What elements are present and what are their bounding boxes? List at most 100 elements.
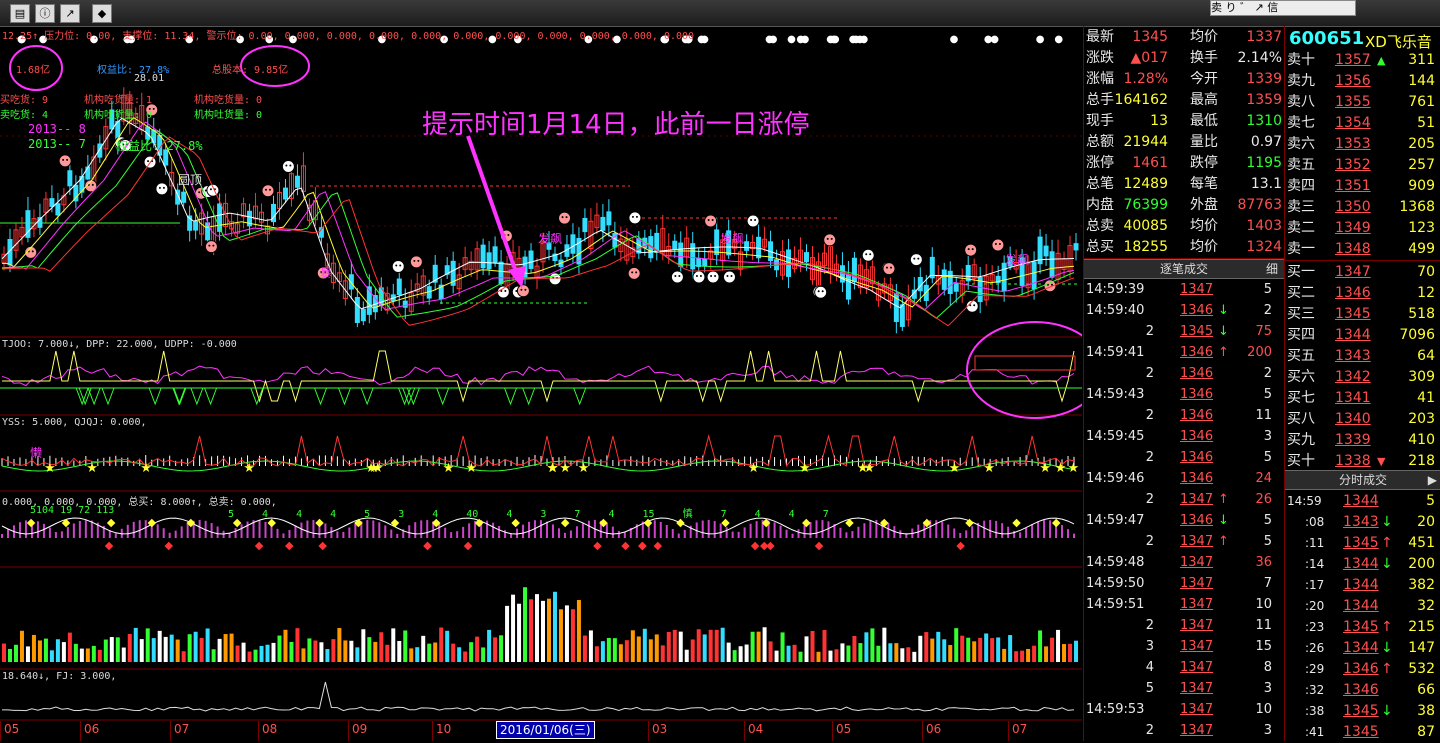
overlay-year-1: 2013-- 8 bbox=[28, 122, 86, 136]
tick-volume: 3 bbox=[1263, 723, 1272, 738]
quote-value-2: 2.14% bbox=[1237, 50, 1282, 66]
sell-level-row[interactable]: 卖十 1357 ▲ 311 bbox=[1285, 50, 1440, 71]
date-axis-tick bbox=[744, 721, 745, 741]
tick-price: 1345 bbox=[1180, 324, 1214, 339]
book-level-label: 卖二 bbox=[1287, 220, 1315, 236]
quote-value: ▲017 bbox=[1130, 50, 1169, 66]
quote-label: 涨停 bbox=[1086, 155, 1114, 171]
minute-price: 1344 bbox=[1343, 640, 1379, 656]
date-axis-month: 09 bbox=[352, 722, 368, 736]
quote-value-2: 0.97 bbox=[1250, 134, 1282, 150]
tick-price: 1346 bbox=[1180, 471, 1214, 486]
sell-level-row[interactable]: 卖七 1354 51 bbox=[1285, 113, 1440, 134]
tick-volume: 26 bbox=[1255, 492, 1272, 507]
label-fafa-1: 发飙 bbox=[538, 232, 563, 246]
quote-label: 现手 bbox=[1086, 113, 1114, 129]
sell-level-row[interactable]: 卖三 1350 1368 bbox=[1285, 197, 1440, 218]
overlay-buy-eat: 买吃货: 9 bbox=[0, 95, 49, 106]
book-level-label: 买三 bbox=[1287, 306, 1315, 322]
book-level-label: 卖八 bbox=[1287, 94, 1315, 110]
buy-level-row[interactable]: 买十 1338 ▼ 218 bbox=[1285, 451, 1440, 472]
quote-value-2: 1324 bbox=[1246, 239, 1282, 255]
buy-level-row[interactable]: 买六 1342 309 bbox=[1285, 367, 1440, 388]
book-volume: 7096 bbox=[1399, 327, 1435, 343]
sell-level-row[interactable]: 卖五 1352 257 bbox=[1285, 155, 1440, 176]
date-axis-tick bbox=[80, 721, 81, 741]
minute-arrow-icon: ↑ bbox=[1381, 535, 1393, 551]
minute-trade-row: 14:59 1344 5 bbox=[1285, 491, 1440, 512]
minute-time: :08 bbox=[1305, 515, 1325, 529]
quote-value: 1.28% bbox=[1123, 71, 1168, 87]
tick-row: 2 1345 ↓ 75 bbox=[1084, 321, 1284, 342]
buy-level-row[interactable]: 买一 1347 70 bbox=[1285, 262, 1440, 283]
tick-time: 14:59:51 bbox=[1086, 597, 1145, 612]
minute-volume: 382 bbox=[1408, 577, 1435, 593]
info-icon[interactable]: ⓘ bbox=[35, 4, 55, 23]
minute-trade-row: :41 1345 87 bbox=[1285, 722, 1440, 743]
minute-time: :17 bbox=[1305, 578, 1325, 592]
buy-level-row[interactable]: 买九 1339 410 bbox=[1285, 430, 1440, 451]
minute-trade-row: :23 1345 ↑ 215 bbox=[1285, 617, 1440, 638]
book-price: 1356 bbox=[1335, 73, 1371, 89]
tick-time: 2 bbox=[1145, 324, 1154, 339]
minute-price: 1344 bbox=[1343, 577, 1379, 593]
list-icon[interactable]: ▤ bbox=[10, 4, 30, 23]
diamond-icon[interactable]: ◆ bbox=[92, 4, 112, 23]
minute-header-arrow-icon[interactable]: ▶ bbox=[1428, 471, 1437, 489]
svg-text:★: ★ bbox=[547, 461, 559, 476]
overlay-inst-sell-2: 机构吐货量: 0 bbox=[194, 110, 263, 121]
sell-level-row[interactable]: 卖九 1356 144 bbox=[1285, 71, 1440, 92]
sell-level-row[interactable]: 卖八 1355 761 bbox=[1285, 92, 1440, 113]
quote-label-2: 跌停 bbox=[1190, 155, 1218, 171]
quote-value: 21944 bbox=[1123, 134, 1168, 150]
minute-header-label: 分时成交 bbox=[1338, 473, 1387, 487]
date-axis-tick bbox=[170, 721, 171, 741]
svg-text:●: ● bbox=[765, 34, 774, 45]
tick-volume: 7 bbox=[1263, 576, 1272, 591]
buy-level-row[interactable]: 买四 1344 7096 bbox=[1285, 325, 1440, 346]
panel2-label: TJOO: 7.000↓, DPP: 22.000, UDPP: -0.000 bbox=[2, 339, 237, 350]
date-axis-month: 03 bbox=[652, 722, 668, 736]
minute-trades-header[interactable]: 分时成交 ▶ bbox=[1285, 470, 1440, 490]
book-volume: 70 bbox=[1417, 264, 1435, 280]
book-price: 1351 bbox=[1335, 178, 1371, 194]
tick-price: 1347 bbox=[1180, 702, 1214, 717]
tick-volume: 5 bbox=[1263, 282, 1272, 297]
quote-row: 总手 164162 最高 1359 bbox=[1084, 90, 1284, 111]
tick-price: 1347 bbox=[1180, 534, 1214, 549]
svg-text:★: ★ bbox=[465, 461, 477, 476]
book-volume: 311 bbox=[1408, 52, 1435, 68]
tick-time: 14:59:47 bbox=[1086, 513, 1145, 528]
overlay-sell-eat: 卖吃货: 4 bbox=[0, 110, 49, 121]
book-volume: 123 bbox=[1408, 220, 1435, 236]
buy-level-row[interactable]: 买八 1340 203 bbox=[1285, 409, 1440, 430]
book-price: 1355 bbox=[1335, 94, 1371, 110]
toolbar-right-buttons[interactable]: 卖 り ゛ ↗ 信 bbox=[1210, 0, 1356, 16]
sell-level-row[interactable]: 卖二 1349 123 bbox=[1285, 218, 1440, 239]
sell-level-row[interactable]: 卖一 1348 499 bbox=[1285, 239, 1440, 260]
minute-price: 1346 bbox=[1343, 682, 1379, 698]
sell-level-row[interactable]: 卖六 1353 205 bbox=[1285, 134, 1440, 155]
tick-volume: 2 bbox=[1263, 303, 1272, 318]
quote-label: 最新 bbox=[1086, 29, 1114, 45]
book-price: 1352 bbox=[1335, 157, 1371, 173]
sell-level-row[interactable]: 卖四 1351 909 bbox=[1285, 176, 1440, 197]
kline-chart-area[interactable]: ● ● ● ● ● ● ● ● ● ● ● ● ● ● ● ● ● ● ● ● ● ● ● ● ● ● ● ● ● ● ● ● ● ● ● ● ● ● ● ●… bbox=[0, 26, 1082, 741]
book-price: 1344 bbox=[1335, 327, 1371, 343]
book-volume: 909 bbox=[1408, 178, 1435, 194]
minute-time: :11 bbox=[1305, 536, 1325, 550]
minute-price: 1344 bbox=[1343, 493, 1379, 509]
svg-text:★: ★ bbox=[799, 461, 811, 476]
date-axis-month: 08 bbox=[262, 722, 278, 736]
toolbar: ▤ ⓘ ↗ ◆ 卖 り ゛ ↗ 信 bbox=[0, 0, 1440, 27]
minute-price: 1345 bbox=[1343, 703, 1379, 719]
ticks-header[interactable]: 逐笔成交 细 bbox=[1084, 259, 1284, 279]
buy-level-row[interactable]: 买五 1343 64 bbox=[1285, 346, 1440, 367]
chart-icon[interactable]: ↗ bbox=[60, 4, 80, 23]
buy-level-row[interactable]: 买七 1341 41 bbox=[1285, 388, 1440, 409]
minute-trade-row: :17 1344 382 bbox=[1285, 575, 1440, 596]
quote-label-2: 最低 bbox=[1190, 113, 1218, 129]
buy-level-row[interactable]: 买二 1346 12 bbox=[1285, 283, 1440, 304]
buy-level-row[interactable]: 买三 1345 518 bbox=[1285, 304, 1440, 325]
ticks-detail-button[interactable]: 细 bbox=[1266, 260, 1278, 278]
